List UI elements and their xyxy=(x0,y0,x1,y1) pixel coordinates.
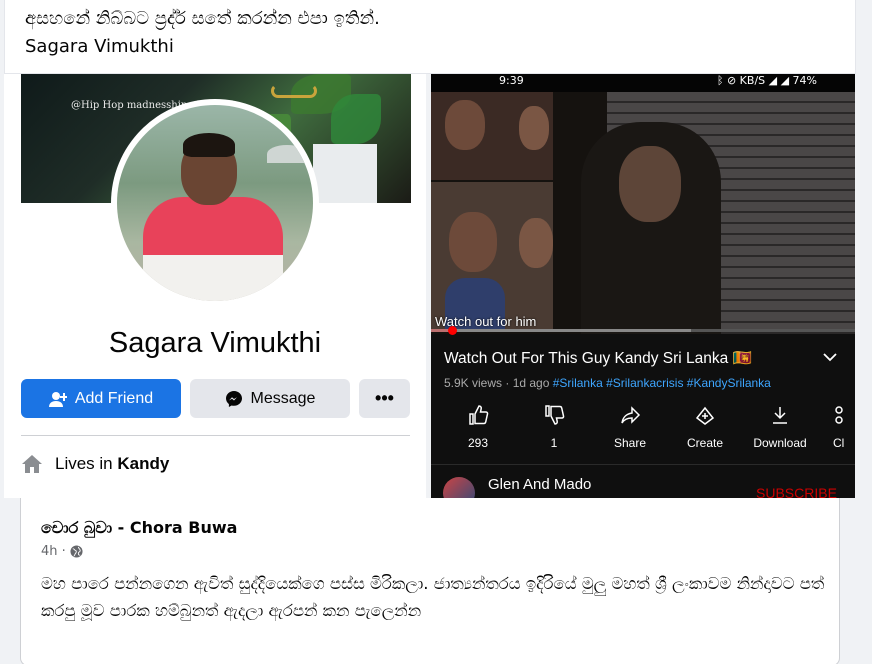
video-title[interactable]: Watch Out For This Guy Kandy Sri Lanka 🇱… xyxy=(444,349,752,368)
shared-post-author[interactable]: චොර බුවා - Chora Buwa xyxy=(41,518,237,538)
thumbs-down-icon xyxy=(519,404,589,428)
post-text: අසහනේ නිබ්බට ප්‍රද්ර් සතේ කරන්න එපා ඉතින… xyxy=(25,8,380,29)
create-button[interactable]: Create xyxy=(670,404,740,450)
messenger-icon xyxy=(225,390,242,407)
channel-row: Glen And Mado SUBSCRIBE xyxy=(431,464,855,498)
download-button[interactable]: Download xyxy=(745,404,815,450)
post-header: අසහනේ නිබ්බට ප්‍රද්ර් සතේ කරන්න එපා ඉතින… xyxy=(4,0,856,74)
chevron-down-icon[interactable] xyxy=(823,350,837,366)
add-friend-icon xyxy=(48,391,67,407)
add-friend-label: Add Friend xyxy=(74,389,154,407)
action-bar: 293 1 Share Create Download Cl xyxy=(431,404,855,454)
profile-name: Sagara Vimukthi xyxy=(108,327,322,359)
post-time[interactable]: 4h · xyxy=(41,544,66,559)
shared-post-meta: 4h · xyxy=(41,544,83,559)
like-button[interactable]: 293 xyxy=(443,404,513,450)
clip-button[interactable]: Cl xyxy=(819,404,855,450)
subscribe-button[interactable]: SUBSCRIBE xyxy=(756,485,837,498)
view-count: 5.9K views · 1d ago xyxy=(444,376,553,390)
sri-lanka-flag-icon: 🇱🇰 xyxy=(732,350,752,367)
channel-avatar[interactable] xyxy=(443,477,475,498)
download-label: Download xyxy=(753,436,807,450)
youtube-screenshot: 9:39 ᛒ ⊘ KB/S ◢ ◢ 74% Watch out for him … xyxy=(431,74,855,498)
profile-avatar[interactable] xyxy=(111,99,319,307)
shared-post-body: මහ පාරෙ පන්නගෙන ඇවිත් සුද්දියෙක්ගෙ පස්ස … xyxy=(41,574,825,620)
lives-in-row: Lives in Kandy xyxy=(21,454,169,474)
status-time: 9:39 xyxy=(499,74,524,87)
clip-icon xyxy=(833,404,855,428)
message-label: Message xyxy=(250,389,316,407)
video-progress-bar[interactable] xyxy=(431,326,855,335)
post-tag-link[interactable]: Sagara Vimukthi xyxy=(25,36,174,57)
create-label: Create xyxy=(686,436,724,450)
share-icon xyxy=(595,404,665,428)
home-icon xyxy=(22,455,42,473)
clip-label: Cl xyxy=(833,436,845,450)
phone-status-bar: 9:39 ᛒ ⊘ KB/S ◢ ◢ 74% xyxy=(431,74,855,92)
lives-prefix: Lives in xyxy=(55,454,118,473)
hashtags[interactable]: #Srilanka #Srilankacrisis #KandySrilanka xyxy=(553,376,771,390)
like-count: 293 xyxy=(467,436,489,450)
globe-icon xyxy=(70,545,83,558)
message-button[interactable]: Message xyxy=(190,379,350,418)
share-button[interactable]: Share xyxy=(595,404,665,450)
create-icon xyxy=(670,404,740,428)
profile-screenshot: @Hip Hop madnesship Sagara Vimukthi Add … xyxy=(4,74,426,498)
share-label: Share xyxy=(613,436,647,450)
video-meta: 5.9K views · 1d ago #Srilanka #Srilankac… xyxy=(444,376,771,390)
download-icon xyxy=(745,404,815,428)
add-friend-button[interactable]: Add Friend xyxy=(21,379,181,418)
dislike-count: 1 xyxy=(550,436,558,450)
lives-city[interactable]: Kandy xyxy=(117,454,169,473)
shared-post: චොර බුවා - Chora Buwa 4h · මහ පාරෙ පන්නග… xyxy=(20,498,840,664)
divider xyxy=(21,435,410,436)
status-icons: ᛒ ⊘ KB/S ◢ ◢ 74% xyxy=(716,74,817,87)
thumbs-up-icon xyxy=(443,404,513,428)
video-player[interactable]: Watch out for him xyxy=(431,92,855,334)
more-options-button[interactable]: ••• xyxy=(359,379,410,418)
dislike-button[interactable]: 1 xyxy=(519,404,589,450)
channel-name[interactable]: Glen And Mado xyxy=(488,476,591,493)
